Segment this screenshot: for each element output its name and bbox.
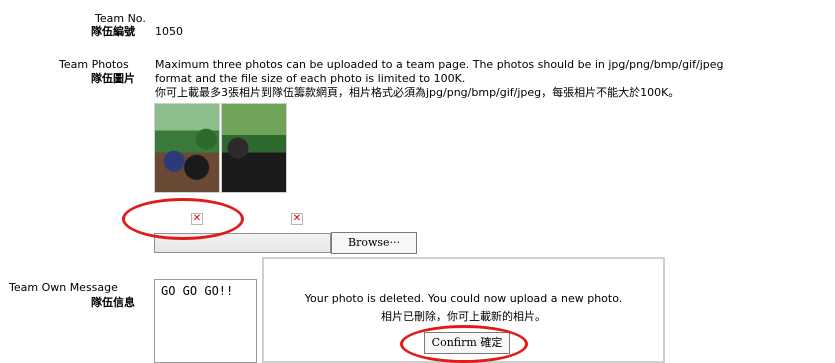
- dialog-message-zh: 相片已刪除，你可上載新的相片。: [381, 310, 546, 323]
- team-no-value: 1050: [155, 25, 183, 38]
- team-message-label-en: Team Own Message: [9, 281, 118, 294]
- browse-button[interactable]: Browse···: [331, 232, 417, 254]
- team-photos-label-zh: 隊伍圖片: [91, 72, 135, 85]
- team-photo-2: [221, 103, 287, 193]
- team-no-label-zh: 隊伍編號: [91, 25, 135, 38]
- team-photos-label-en: Team Photos: [59, 58, 129, 71]
- team-photos-desc-en-2: format and the file size of each photo i…: [155, 72, 466, 85]
- team-form: Team No. 隊伍編號 1050 Team Photos 隊伍圖片 Maxi…: [0, 0, 835, 363]
- highlight-delete-circle: [122, 198, 244, 240]
- delete-photo-2-icon[interactable]: ✕: [291, 213, 303, 225]
- team-no-label-en: Team No.: [95, 12, 146, 25]
- team-message-input[interactable]: GO GO GO!!: [154, 279, 257, 363]
- dialog-message-en: Your photo is deleted. You could now upl…: [304, 292, 623, 305]
- team-photos-desc-zh: 你可上載最多3張相片到隊伍籌款網頁，相片格式必須為jpg/png/bmp/gif…: [155, 86, 680, 99]
- team-photo-1: [154, 103, 220, 193]
- highlight-confirm-circle: [400, 325, 528, 363]
- team-photos-desc-en-1: Maximum three photos can be uploaded to …: [155, 58, 724, 71]
- team-message-label-zh: 隊伍信息: [91, 296, 135, 309]
